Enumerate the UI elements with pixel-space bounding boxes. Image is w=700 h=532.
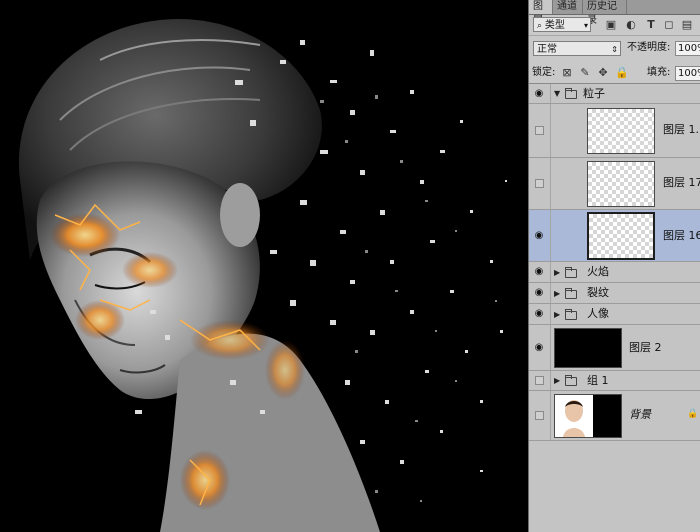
layer-row[interactable]: ◉ 图层 2 (529, 325, 700, 371)
layer-group-particles[interactable]: ◉ ▼ 粒子 (529, 84, 700, 104)
blend-mode-label: 正常 (537, 44, 557, 55)
tab-history[interactable]: 历史记录 (583, 0, 627, 26)
folder-icon (565, 267, 577, 278)
lock-bar: 锁定: ⊠ ✎ ✥ 🔒 填充: 100% (529, 62, 700, 84)
artwork-image (0, 0, 528, 532)
visibility-toggle-box[interactable] (535, 411, 544, 420)
folder-icon (565, 88, 577, 99)
opacity-label: 不透明度: (627, 42, 671, 53)
layer-row-selected[interactable]: ◉ 图层 16 (529, 210, 700, 262)
opacity-input[interactable]: 100% (675, 41, 700, 56)
layer-row-background[interactable]: 背景 🔒 (529, 391, 700, 441)
type-filter-icon[interactable]: T (645, 19, 657, 31)
layer-filter-bar: ⌕ 类型 ▾ ▣ ◐ T ◻ ▤ (529, 14, 700, 36)
layer-name: 粒子 (583, 87, 605, 100)
fill-input[interactable]: 100% (675, 66, 700, 81)
folder-icon (565, 309, 577, 320)
layer-name: 组 1 (587, 374, 609, 387)
visibility-toggle-box[interactable] (535, 179, 544, 188)
expand-triangle-right-icon[interactable]: ▶ (554, 268, 560, 278)
shape-filter-icon[interactable]: ◻ (663, 19, 675, 31)
layer-group-fire[interactable]: ◉ ▶ 火焰 (529, 262, 700, 283)
layer-name: 火焰 (587, 265, 609, 278)
lock-all-icon[interactable]: 🔒 (615, 67, 629, 79)
layer-thumbnail (587, 108, 655, 154)
expand-triangle-right-icon[interactable]: ▶ (554, 289, 560, 299)
visibility-toggle-box[interactable] (535, 126, 544, 135)
folder-icon (565, 375, 577, 386)
portrait-thumbnail-image (555, 395, 593, 437)
search-icon: ⌕ (537, 21, 545, 31)
lock-transparent-pixels-icon[interactable]: ⊠ (561, 67, 573, 79)
fill-label: 填充: (647, 67, 671, 78)
layer-group-portrait[interactable]: ◉ ▶ 人像 (529, 304, 700, 325)
layer-name: 人像 (587, 307, 609, 320)
lock-image-pixels-icon[interactable]: ✎ (579, 67, 591, 79)
filter-kind-label: 类型 (544, 20, 565, 31)
tab-channels[interactable]: 通道 (553, 0, 583, 14)
pixel-filter-icon[interactable]: ▣ (605, 19, 617, 31)
visibility-toggle-box[interactable] (535, 376, 544, 385)
layer-thumbnail (587, 161, 655, 207)
filter-kind-select[interactable]: ⌕ 类型 ▾ (533, 17, 591, 32)
smart-object-filter-icon[interactable]: ▤ (681, 19, 693, 31)
layer-thumbnail (554, 328, 622, 368)
layer-group-1[interactable]: ▶ 组 1 (529, 371, 700, 391)
blend-bar: 正常 ⇕ 不透明度: 100% (529, 38, 700, 60)
layer-name: 裂纹 (587, 286, 609, 299)
layers-panel: 图层 通道 历史记录 ⌕ 类型 ▾ ▣ ◐ T ◻ ▤ 正常 ⇕ 不透明度: 100… (528, 0, 700, 532)
visibility-eye-icon[interactable]: ◉ (532, 286, 546, 300)
expand-triangle-right-icon[interactable]: ▶ (554, 376, 560, 386)
expand-triangle-right-icon[interactable]: ▶ (554, 310, 560, 320)
lock-label: 锁定: (532, 67, 556, 78)
chevron-down-icon: ▾ (583, 21, 588, 30)
layers-list: ◉ ▼ 粒子 图层 1... 图层 17 ◉ 图层 16 (529, 84, 700, 532)
layer-name: 图层 16 (663, 229, 700, 242)
adjustment-filter-icon[interactable]: ◐ (625, 19, 637, 31)
layer-name: 图层 1... (663, 123, 700, 136)
visibility-eye-icon[interactable]: ◉ (532, 341, 546, 355)
tab-layers[interactable]: 图层 (529, 0, 553, 26)
visibility-eye-icon[interactable]: ◉ (532, 87, 546, 101)
lock-position-icon[interactable]: ✥ (597, 67, 609, 79)
visibility-eye-icon[interactable]: ◉ (532, 229, 546, 243)
updown-arrows-icon: ⇕ (611, 45, 618, 54)
layer-thumbnail (554, 394, 622, 438)
layer-name: 图层 17 (663, 176, 700, 189)
visibility-eye-icon[interactable]: ◉ (532, 265, 546, 279)
lock-icon: 🔒 (687, 409, 699, 419)
layer-name: 背景 (629, 408, 651, 421)
visibility-eye-icon[interactable]: ◉ (532, 307, 546, 321)
layer-row[interactable]: 图层 17 (529, 158, 700, 210)
layer-group-cracks[interactable]: ◉ ▶ 裂纹 (529, 283, 700, 304)
expand-triangle-down-icon[interactable]: ▼ (554, 89, 560, 99)
layer-name: 图层 2 (629, 341, 662, 354)
blend-mode-select[interactable]: 正常 ⇕ (533, 41, 621, 56)
folder-icon (565, 288, 577, 299)
layer-thumbnail (587, 212, 655, 260)
layers-empty-area (529, 441, 700, 532)
panel-tabs: 图层 通道 历史记录 (529, 0, 700, 26)
layer-row[interactable]: 图层 1... (529, 104, 700, 158)
document-canvas[interactable] (0, 0, 528, 532)
